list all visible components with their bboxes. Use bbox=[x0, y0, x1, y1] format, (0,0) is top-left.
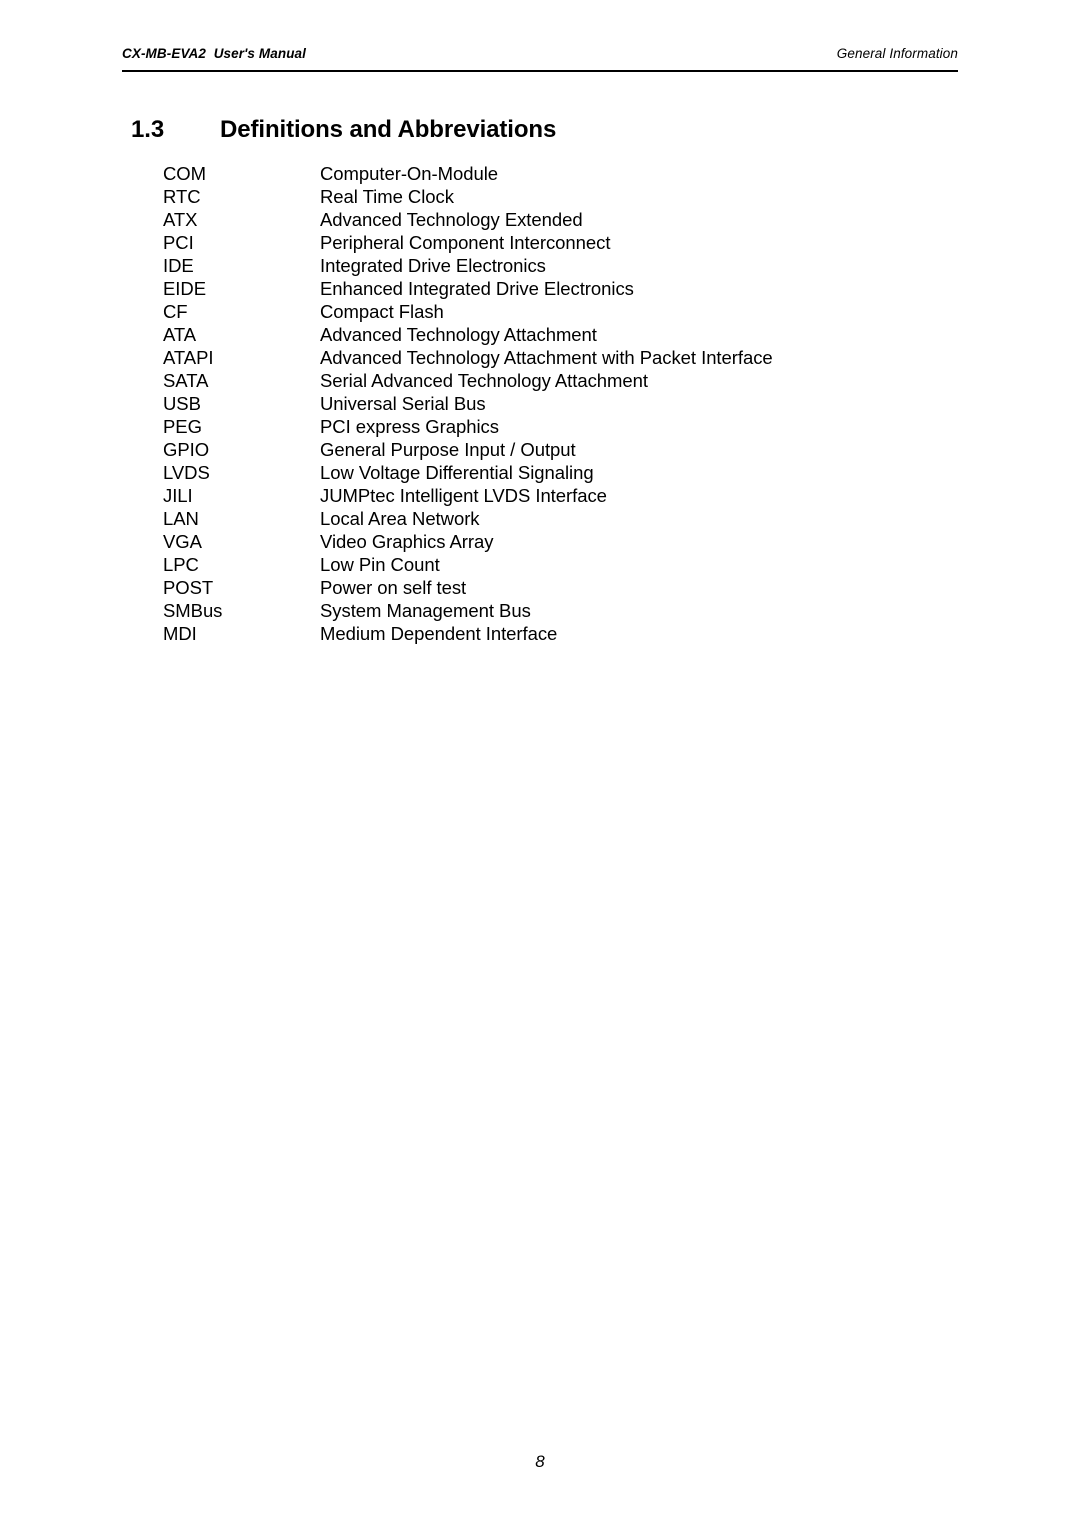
abbreviation-row: PEG PCI express Graphics bbox=[163, 415, 963, 438]
abbreviation-row: IDE Integrated Drive Electronics bbox=[163, 254, 963, 277]
abbreviation-term: PCI bbox=[163, 232, 194, 253]
abbreviation-row: LAN Local Area Network bbox=[163, 507, 963, 530]
abbreviation-row: ATAPI Advanced Technology Attachment with… bbox=[163, 346, 963, 369]
document-page: CX-MB-EVA2 User's Manual General Informa… bbox=[0, 0, 1080, 1528]
abbreviation-term: RTC bbox=[163, 186, 201, 207]
abbreviation-term: IDE bbox=[163, 255, 194, 276]
abbreviation-term: ATA bbox=[163, 324, 197, 345]
abbreviation-term: ATAPI bbox=[163, 347, 214, 368]
abbreviation-term: SMBus bbox=[163, 600, 223, 621]
abbreviation-definition: Video Graphics Array bbox=[320, 531, 494, 552]
abbreviation-row: SMBus System Management Bus bbox=[163, 599, 963, 622]
abbreviation-definition: Serial Advanced Technology Attachment bbox=[320, 370, 648, 391]
abbreviation-definition: Medium Dependent Interface bbox=[320, 623, 558, 644]
abbreviation-row: ATX Advanced Technology Extended bbox=[163, 208, 963, 231]
abbreviation-definition: Integrated Drive Electronics bbox=[320, 255, 546, 276]
abbreviation-row: PCI Peripheral Component Interconnect bbox=[163, 231, 963, 254]
abbreviation-term: USB bbox=[163, 393, 201, 414]
header-chapter-title: General Information bbox=[836, 46, 958, 61]
abbreviation-definition: Advanced Technology Extended bbox=[320, 209, 583, 230]
abbreviation-definition: Advanced Technology Attachment with Pack… bbox=[320, 347, 773, 368]
abbreviation-row: LVDS Low Voltage Differential Signaling bbox=[163, 461, 963, 484]
abbreviation-term: PEG bbox=[163, 416, 202, 437]
abbreviation-term: COM bbox=[163, 163, 207, 184]
abbreviation-definition: JUMPtec Intelligent LVDS Interface bbox=[320, 485, 607, 506]
abbreviation-row: COM Computer-On-Module bbox=[163, 162, 963, 185]
abbreviation-definition: System Management Bus bbox=[320, 600, 531, 621]
abbreviation-definition: Real Time Clock bbox=[320, 186, 454, 207]
abbreviation-term: GPIO bbox=[163, 439, 210, 460]
abbreviation-row: VGA Video Graphics Array bbox=[163, 530, 963, 553]
abbreviation-row: SATA Serial Advanced Technology Attachmen… bbox=[163, 369, 963, 392]
page-title: 1.3 Definitions and Abbreviations bbox=[131, 116, 556, 144]
abbreviation-row: RTC Real Time Clock bbox=[163, 185, 963, 208]
abbreviation-definition: Local Area Network bbox=[320, 508, 480, 529]
abbreviation-term: VGA bbox=[163, 531, 202, 552]
abbreviation-row: USB Universal Serial Bus bbox=[163, 392, 963, 415]
section-title-text: Definitions and Abbreviations bbox=[220, 116, 557, 144]
page-footer: 8 bbox=[0, 1452, 1080, 1472]
abbreviation-term: LAN bbox=[163, 508, 199, 529]
abbreviation-definition: PCI express Graphics bbox=[320, 416, 499, 437]
abbreviation-term: LVDS bbox=[163, 462, 210, 483]
abbreviation-row: GPIO General Purpose Input / Output bbox=[163, 438, 963, 461]
abbreviation-definition: Low Voltage Differential Signaling bbox=[320, 462, 594, 483]
abbreviation-definition: Universal Serial Bus bbox=[320, 393, 486, 414]
abbreviation-term: ATX bbox=[163, 209, 198, 230]
abbreviation-definition: Low Pin Count bbox=[320, 554, 440, 575]
abbreviation-row: CF Compact Flash bbox=[163, 300, 963, 323]
abbreviation-term: LPC bbox=[163, 554, 199, 575]
abbreviation-row: POST Power on self test bbox=[163, 576, 963, 599]
abbreviation-term: POST bbox=[163, 577, 214, 598]
abbreviation-term: EIDE bbox=[163, 278, 206, 299]
abbreviation-row: EIDE Enhanced Integrated Drive Electronic… bbox=[163, 277, 963, 300]
abbreviation-row: LPC Low Pin Count bbox=[163, 553, 963, 576]
abbreviation-term: CF bbox=[163, 301, 188, 322]
abbreviation-row: JILI JUMPtec Intelligent LVDS Interface bbox=[163, 484, 963, 507]
abbreviation-definition: Enhanced Integrated Drive Electronics bbox=[320, 278, 634, 299]
section-number: 1.3 bbox=[131, 116, 165, 144]
abbreviation-term: SATA bbox=[163, 370, 209, 391]
abbreviation-definition: Advanced Technology Attachment bbox=[320, 324, 597, 345]
abbreviation-term: MDI bbox=[163, 623, 197, 644]
header-divider-rule bbox=[122, 70, 958, 72]
abbreviation-term: JILI bbox=[163, 485, 193, 506]
header-document-title: CX-MB-EVA2 User's Manual bbox=[122, 46, 306, 61]
abbreviation-row: ATA Advanced Technology Attachment bbox=[163, 323, 963, 346]
abbreviation-definition: Computer-On-Module bbox=[320, 163, 499, 184]
abbreviation-definition: Power on self test bbox=[320, 577, 467, 598]
abbreviation-row: MDI Medium Dependent Interface bbox=[163, 622, 963, 645]
abbreviation-definition: General Purpose Input / Output bbox=[320, 439, 576, 460]
page-number: 8 bbox=[535, 1452, 545, 1471]
abbreviation-definition: Compact Flash bbox=[320, 301, 444, 322]
abbreviation-definition: Peripheral Component Interconnect bbox=[320, 232, 611, 253]
running-header: CX-MB-EVA2 User's Manual General Informa… bbox=[122, 46, 958, 61]
abbreviation-list: COM Computer-On-Module RTC Real Time Clock A… bbox=[163, 162, 963, 645]
